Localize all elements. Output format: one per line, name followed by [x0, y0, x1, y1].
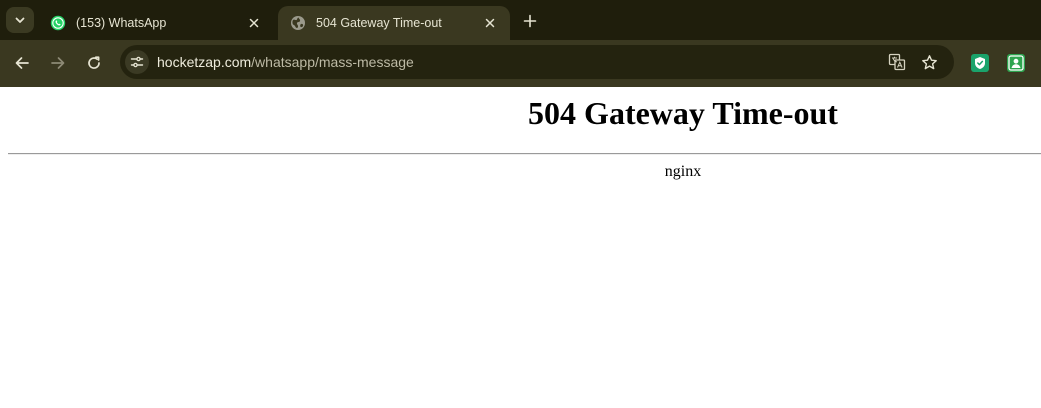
- globe-icon: [290, 15, 306, 31]
- forward-button[interactable]: [45, 50, 71, 76]
- close-icon[interactable]: [246, 15, 262, 31]
- site-info-button[interactable]: [125, 50, 149, 74]
- new-tab-button[interactable]: [518, 10, 542, 32]
- extension-shield-button[interactable]: [971, 54, 989, 72]
- tab-search-button[interactable]: [6, 7, 34, 33]
- tab-strip: (153) WhatsApp 504 Gateway Time-out: [0, 0, 1041, 40]
- back-button[interactable]: [9, 50, 35, 76]
- chevron-down-icon: [15, 17, 25, 23]
- url-host: hocketzap.com: [157, 54, 252, 70]
- close-icon[interactable]: [482, 15, 498, 31]
- tab-gateway-timeout[interactable]: 504 Gateway Time-out: [278, 6, 510, 40]
- tune-icon: [130, 56, 144, 68]
- user-extension-icon: [1007, 54, 1025, 72]
- arrow-right-icon: [51, 57, 65, 69]
- reload-button[interactable]: [81, 50, 107, 76]
- tab-title: 504 Gateway Time-out: [316, 16, 442, 30]
- page-title: 504 Gateway Time-out: [528, 95, 838, 131]
- server-name: nginx: [664, 163, 702, 180]
- address-bar[interactable]: hocketzap.com/whatsapp/mass-message: [120, 45, 954, 79]
- tab-whatsapp[interactable]: (153) WhatsApp: [38, 6, 274, 40]
- star-icon: [921, 54, 937, 69]
- translate-button[interactable]: [888, 53, 906, 71]
- page-content: 504 Gateway Time-out nginx: [0, 87, 1041, 408]
- shield-icon: [971, 54, 989, 72]
- whatsapp-icon: [50, 15, 66, 31]
- bookmark-button[interactable]: [920, 53, 938, 71]
- url-text: hocketzap.com/whatsapp/mass-message: [157, 54, 414, 70]
- translate-icon: [888, 53, 906, 71]
- url-path: /whatsapp/mass-message: [251, 54, 414, 70]
- arrow-left-icon: [15, 57, 29, 69]
- divider: [8, 153, 1041, 155]
- browser-toolbar: hocketzap.com/whatsapp/mass-message: [0, 40, 1041, 87]
- extension-user-button[interactable]: [1007, 54, 1025, 72]
- reload-icon: [88, 56, 100, 69]
- plus-icon: [523, 14, 537, 28]
- tab-title: (153) WhatsApp: [76, 16, 167, 30]
